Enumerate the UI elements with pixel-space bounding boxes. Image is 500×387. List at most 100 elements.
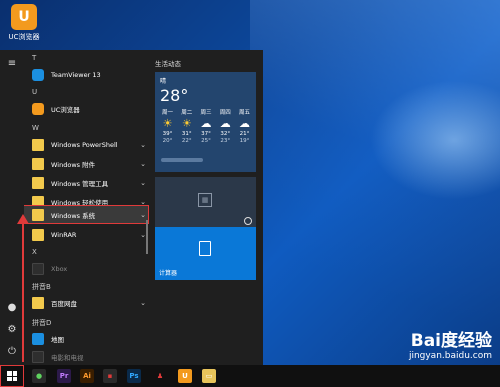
folder-icon — [32, 138, 44, 151]
section-header-u[interactable]: U — [32, 88, 37, 96]
calendar-tile[interactable]: ▦ — [155, 177, 256, 229]
app-movies-tv[interactable]: 电影和电视 — [24, 348, 148, 365]
wechat-icon[interactable]: ● — [32, 369, 46, 383]
teamviewer-icon — [32, 68, 44, 81]
chevron-down-icon: ⌄ — [140, 197, 146, 206]
forecast-high: 21° — [239, 131, 250, 137]
forecast-low: 20° — [162, 138, 173, 144]
forecast-low: 19° — [239, 138, 250, 144]
annotation-arrow-head — [17, 214, 29, 224]
folder-windows-admin-tools[interactable]: Windows 管理工具 ⌄ — [24, 174, 148, 191]
chevron-down-icon: ⌄ — [140, 140, 146, 149]
weather-condition: 晴 — [160, 78, 167, 85]
illustrator-icon[interactable]: Ai — [80, 369, 94, 383]
forecast-low: 23° — [220, 138, 231, 144]
section-header-t[interactable]: T — [32, 54, 36, 62]
folder-label: WinRAR — [51, 230, 77, 239]
section-header-x[interactable]: X — [32, 248, 37, 256]
section-header-pinyin-d[interactable]: 拼音D — [32, 318, 51, 328]
folder-icon — [32, 157, 44, 170]
desktop-icon-label: UC浏览器 — [8, 33, 40, 41]
qq-icon[interactable]: ♟ — [153, 369, 167, 383]
uc-browser-icon — [32, 102, 44, 115]
forecast-day: 周五 ☁ 21° 19° — [235, 110, 254, 145]
app-maps[interactable]: 地图 — [24, 330, 148, 347]
calendar-icon: ▦ — [198, 193, 212, 207]
forecast-high: 32° — [220, 131, 231, 137]
folder-icon — [32, 228, 44, 241]
app-xbox[interactable]: Xbox — [24, 260, 148, 277]
file-explorer-icon[interactable]: ▭ — [202, 369, 216, 383]
app-list-scrollbar[interactable] — [146, 220, 148, 254]
taskbar: ● Pr Ai ▪ Ps ♟ U ▭ — [0, 365, 500, 387]
desktop-icon-uc-browser[interactable]: U UC浏览器 — [4, 4, 44, 42]
app-list: T TeamViewer 13 U UC浏览器 W Windows PowerS… — [24, 50, 149, 365]
annotation-arrow-shaft — [22, 222, 24, 362]
forecast-day-name: 周二 — [181, 110, 193, 116]
forecast-day-name: 周三 — [200, 110, 212, 116]
power-icon[interactable]: ⏻ — [6, 346, 18, 358]
forecast-day: 周四 ☁ 32° 23° — [216, 110, 235, 145]
start-button[interactable] — [0, 365, 24, 387]
app-label: 电影和电视 — [51, 353, 84, 362]
cloud-rain-icon: ☁ — [219, 117, 231, 130]
folder-icon — [32, 296, 44, 309]
map-icon — [32, 332, 44, 345]
forecast-low: 25° — [201, 138, 211, 144]
section-header-pinyin-b[interactable]: 拼音B — [32, 282, 51, 292]
folder-windows-system[interactable]: Windows 系统 ⌄ — [24, 205, 149, 224]
folder-label: 百度网盘 — [51, 299, 77, 308]
weather-tile[interactable]: 晴 28° 周一 ☀ 39° 20° 周二 ☀ 31° 22° 周三 ☁ 37°… — [155, 72, 256, 172]
folder-icon — [32, 176, 44, 189]
forecast-day-name: 周四 — [219, 110, 231, 116]
folder-label: Windows PowerShell — [51, 140, 118, 149]
chevron-down-icon: ⌄ — [140, 159, 146, 168]
calculator-tile[interactable]: 计算器 — [155, 227, 256, 280]
folder-windows-powershell[interactable]: Windows PowerShell ⌄ — [24, 136, 148, 153]
baidu-jingyan-logo: Bai度经验 — [410, 331, 492, 351]
folder-winrar[interactable]: WinRAR ⌄ — [24, 226, 148, 243]
app-teamviewer[interactable]: TeamViewer 13 — [24, 66, 148, 83]
forecast-day: 周三 ☁ 37° 25° — [197, 110, 216, 145]
weather-temperature: 28° — [160, 86, 189, 105]
app-red-icon[interactable]: ▪ — [103, 369, 117, 383]
start-menu: ≡ ● ⚙ ⏻ T TeamViewer 13 U UC浏览器 W Window… — [0, 50, 263, 365]
uc-browser-icon: U — [11, 4, 37, 30]
desktop-light-glow — [370, 80, 500, 200]
app-label: TeamViewer 13 — [51, 70, 101, 79]
folder-windows-accessories[interactable]: Windows 附件 ⌄ — [24, 155, 148, 172]
app-label: UC浏览器 — [51, 105, 80, 114]
folder-baidu-netdisk[interactable]: 百度网盘 ⌄ — [24, 294, 148, 311]
forecast-day: 周一 ☀ 39° 20° — [158, 110, 177, 145]
premiere-icon[interactable]: Pr — [57, 369, 71, 383]
user-icon[interactable]: ● — [6, 302, 18, 314]
section-header-w[interactable]: W — [32, 124, 39, 132]
photoshop-icon[interactable]: Ps — [127, 369, 141, 383]
cloud-icon: ☁ — [200, 117, 212, 130]
windows-logo-icon — [7, 371, 17, 381]
chevron-down-icon: ⌄ — [140, 178, 146, 187]
settings-icon[interactable]: ⚙ — [6, 324, 18, 336]
hamburger-icon[interactable]: ≡ — [6, 58, 18, 70]
app-uc-browser[interactable]: UC浏览器 — [24, 100, 148, 117]
calculator-icon — [199, 241, 211, 256]
app-label: 地图 — [51, 335, 64, 344]
forecast-high: 31° — [181, 131, 192, 137]
weather-forecast: 周一 ☀ 39° 20° 周二 ☀ 31° 22° 周三 ☁ 37° 25° 周… — [158, 110, 254, 145]
folder-label: Windows 管理工具 — [51, 179, 109, 188]
chevron-down-icon: ⌄ — [140, 210, 146, 219]
film-icon — [32, 350, 44, 363]
calculator-label: 计算器 — [159, 270, 178, 277]
folder-label: Windows 轻松使用 — [51, 198, 109, 207]
forecast-low: 22° — [181, 138, 192, 144]
forecast-high: 39° — [162, 131, 173, 137]
forecast-high: 37° — [201, 131, 211, 137]
clock-icon — [244, 217, 252, 225]
sun-icon: ☀ — [181, 117, 192, 130]
forecast-day: 周二 ☀ 31° 22° — [177, 110, 196, 145]
weather-location-blurred — [161, 158, 203, 162]
uc-browser-taskbar-icon[interactable]: U — [178, 369, 192, 383]
tile-group-title[interactable]: 生活动态 — [155, 58, 181, 68]
chevron-down-icon: ⌄ — [140, 298, 146, 307]
forecast-day-name: 周一 — [161, 110, 173, 116]
